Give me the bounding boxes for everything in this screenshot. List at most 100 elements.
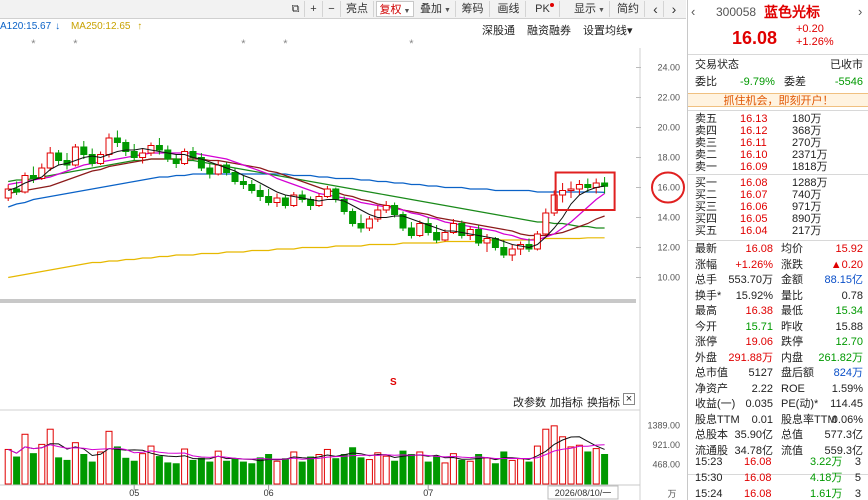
stat-label: PE(动)* <box>781 398 819 410</box>
stat-value: 0.01 <box>751 413 773 426</box>
stat-row: 总股本 35.90亿 总值 577.3亿 <box>688 429 868 441</box>
ask-price: 16.10 <box>740 149 768 161</box>
bid-level-label: 买五 <box>695 225 717 237</box>
stat-row: 换手* 15.92% 量比 0.78 <box>688 290 868 302</box>
tick-price: 16.08 <box>744 456 772 468</box>
ma120-line <box>7 173 605 208</box>
candle-body <box>214 164 222 175</box>
volume-bar <box>248 463 256 485</box>
candle-body <box>55 152 63 161</box>
stat-value: 12.70 <box>835 336 863 348</box>
stat-label: 股息率TTM <box>781 413 837 426</box>
stat-value: ▲0.20 <box>830 258 863 271</box>
stat-row: 最高 16.38 最低 15.34 <box>688 305 868 317</box>
stat-value: 261.82万 <box>818 351 863 364</box>
stat-value: +1.26% <box>735 258 773 271</box>
price-tick-label: 18.00 <box>657 153 680 163</box>
volume-bar <box>525 461 533 485</box>
volume-bar <box>433 456 441 485</box>
volume-bar <box>332 458 340 485</box>
bid-row[interactable]: 买四 16.05 890万 <box>688 213 868 225</box>
ask-level-label: 卖五 <box>695 113 717 125</box>
bid-row[interactable]: 买三 16.06 971万 <box>688 201 868 213</box>
ask-row[interactable]: 卖二 16.10 2371万 <box>688 149 868 161</box>
stat-label: 换手* <box>695 289 722 302</box>
stat-label: 涨幅 <box>695 258 717 271</box>
volume-bar <box>189 459 197 485</box>
candle-body <box>265 196 273 203</box>
ma60-line <box>8 158 605 229</box>
ask-row[interactable]: 卖四 16.12 368万 <box>688 125 868 137</box>
bid-row[interactable]: 买五 16.04 217万 <box>688 225 868 237</box>
stat-value: 559.3亿 <box>824 444 863 457</box>
stat-value: 15.71 <box>745 320 773 333</box>
candle-body <box>71 146 79 166</box>
stat-value: 553.70万 <box>728 274 773 286</box>
candle-body <box>105 137 113 155</box>
bid-volume: 971万 <box>792 201 822 213</box>
stat-label: 总手 <box>695 274 717 286</box>
volume-bar <box>164 462 172 485</box>
ask-level-label: 卖一 <box>695 161 717 173</box>
bid-price: 16.05 <box>740 213 768 225</box>
month-label: 05 <box>129 488 139 498</box>
volume-bar <box>172 463 180 485</box>
volume-bar <box>559 436 567 485</box>
stat-label: 涨跌 <box>781 258 803 271</box>
volume-bar <box>281 458 289 485</box>
event-mark: * <box>241 38 246 50</box>
ask-row[interactable]: 卖五 16.13 180万 <box>688 113 868 125</box>
candle-body <box>323 188 331 197</box>
stat-value: 1.59% <box>831 382 863 395</box>
stock-header: ‹ 300058 蓝色光标 › <box>688 5 868 20</box>
volume-bar <box>567 446 575 485</box>
candle-body <box>231 172 239 182</box>
volume-tick-label: 921.00 <box>652 440 680 450</box>
price-tick-label: 22.00 <box>657 93 680 103</box>
next-stock-icon[interactable]: › <box>858 5 862 19</box>
kline-chart[interactable]: 24.00 22.00 20.00 18.00 16.00 14.00 12.00 10.00… <box>0 0 686 500</box>
tick-time: 15:24 <box>695 488 723 500</box>
volume-bar <box>223 460 231 485</box>
volume-bar <box>500 451 508 485</box>
tick-time: 15:23 <box>695 456 723 468</box>
candle-body <box>575 184 583 190</box>
price-tick-label: 16.00 <box>657 183 680 193</box>
stat-row: 净资产 2.22 ROE 1.59% <box>688 383 868 395</box>
prev-stock-icon[interactable]: ‹ <box>691 5 695 19</box>
candle-body <box>164 149 172 160</box>
volume-bar <box>391 460 399 485</box>
bid-row[interactable]: 买一 16.08 1288万 <box>688 177 868 189</box>
stat-value: 5127 <box>748 367 773 379</box>
open-account-banner[interactable]: 抓住机会，即刻开户！ <box>688 93 868 107</box>
candle-body <box>559 190 567 196</box>
bid-level-label: 买二 <box>695 189 717 201</box>
tick-row: 15:30 16.08 4.18万 5 <box>688 472 868 484</box>
quote-panel: ‹ 300058 蓝色光标 › 16.08 +0.20 +1.26% 交易状态 … <box>687 0 868 500</box>
bid-row[interactable]: 买二 16.07 740万 <box>688 189 868 201</box>
stat-label: ROE <box>781 382 805 395</box>
stat-label: 涨停 <box>695 336 717 348</box>
ask-row[interactable]: 卖一 16.09 1818万 <box>688 161 868 173</box>
event-mark: * <box>283 38 288 50</box>
bid-level-label: 买三 <box>695 201 717 213</box>
volume-bar <box>575 444 583 485</box>
price-change-pct: +1.26% <box>796 36 834 48</box>
ask-volume: 180万 <box>792 113 822 125</box>
volume-bar <box>88 461 96 485</box>
candle-body <box>533 233 541 250</box>
volume-bar <box>130 460 138 485</box>
volume-bar <box>155 456 163 485</box>
stat-value: 15.92% <box>735 289 773 302</box>
ask-row[interactable]: 卖三 16.11 270万 <box>688 137 868 149</box>
volume-bar <box>517 458 525 485</box>
candle-body <box>130 151 138 158</box>
volume-bar <box>239 461 247 485</box>
candle-body <box>80 146 88 155</box>
volume-bar <box>21 433 29 485</box>
weicha-value: -5546 <box>834 76 863 88</box>
price-tick-label: 12.00 <box>657 243 680 253</box>
candle-body <box>483 238 491 244</box>
stat-row: 外盘 291.88万 内盘 261.82万 <box>688 352 868 364</box>
volume-bar <box>80 454 88 485</box>
